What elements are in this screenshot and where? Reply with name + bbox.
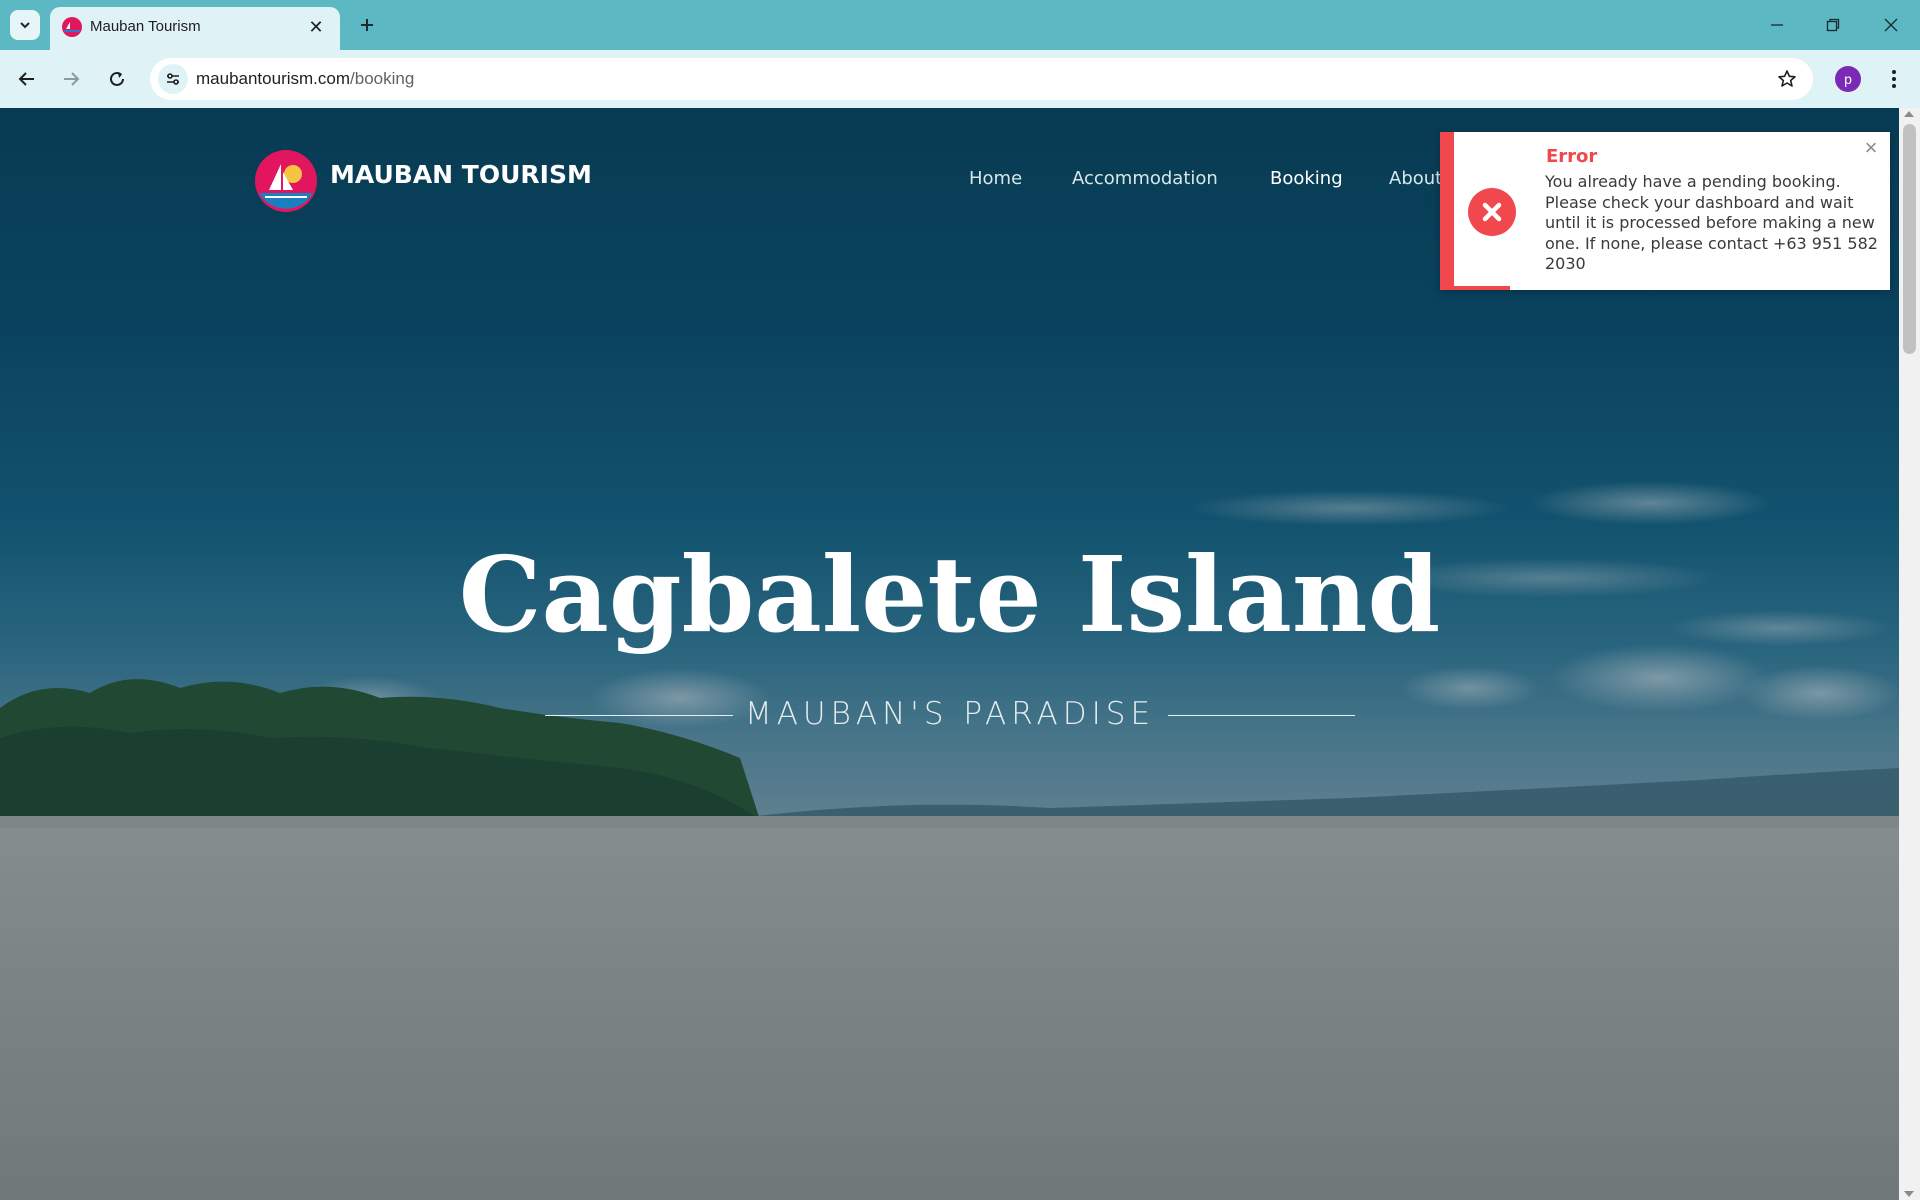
tune-icon	[167, 73, 179, 85]
nav-link-home[interactable]: Home	[969, 168, 1022, 189]
toast-message: You already have a pending booking. Plea…	[1545, 172, 1878, 273]
tagline-divider-right	[1168, 715, 1355, 716]
page-scrollbar[interactable]	[1899, 108, 1920, 1200]
hero-title: Cagbalete Island	[458, 533, 1441, 656]
toast-title: Error	[1546, 146, 1598, 167]
tab-close-icon[interactable]: ✕	[304, 15, 328, 39]
error-circle-icon	[1468, 188, 1516, 236]
scroll-up-arrow-icon[interactable]	[1904, 111, 1914, 117]
toast-close-icon[interactable]: ×	[1860, 137, 1882, 160]
scroll-down-arrow-icon[interactable]	[1904, 1191, 1914, 1197]
profile-avatar[interactable]: p	[1835, 66, 1861, 92]
new-tab-button[interactable]	[352, 10, 382, 40]
forward-arrow-icon	[64, 72, 80, 86]
bookmark-star-icon[interactable]	[1775, 67, 1799, 91]
error-toast: Error You already have a pending booking…	[1440, 132, 1890, 290]
page-viewport: MAUBAN TOURISM Home Accommodation Bookin…	[0, 108, 1920, 1200]
url-text: maubantourism.com/booking	[196, 69, 414, 89]
forward-button[interactable]	[52, 60, 90, 98]
mauban-logo-icon[interactable]	[255, 150, 317, 212]
nav-link-booking[interactable]: Booking	[1270, 168, 1343, 189]
address-bar[interactable]: maubantourism.com/booking	[150, 58, 1813, 100]
chevron-down-icon	[20, 22, 30, 29]
toast-timer-bar	[1454, 286, 1510, 290]
site-brand[interactable]: MAUBAN TOURISM	[330, 160, 592, 189]
site-info-button[interactable]	[158, 64, 188, 94]
url-domain: maubantourism.com	[196, 69, 351, 88]
browser-menu-button[interactable]	[1879, 64, 1909, 94]
more-vertical-icon	[1892, 70, 1896, 88]
hero-section: MAUBAN TOURISM Home Accommodation Bookin…	[0, 108, 1899, 1200]
plus-icon	[361, 19, 373, 31]
restore-button[interactable]	[1816, 8, 1850, 42]
url-path: /booking	[350, 69, 415, 88]
mauban-logo-icon	[62, 17, 82, 37]
minimize-button[interactable]	[1760, 8, 1794, 42]
reload-button[interactable]	[98, 60, 136, 98]
nav-link-accommodation[interactable]: Accommodation	[1072, 168, 1218, 189]
tab-search-button[interactable]	[10, 10, 40, 40]
browser-titlebar: Mauban Tourism ✕	[0, 0, 1920, 50]
back-button[interactable]	[8, 60, 46, 98]
minimize-icon	[1771, 24, 1783, 26]
close-icon	[1884, 18, 1898, 32]
back-arrow-icon	[18, 72, 34, 86]
browser-toolbar: maubantourism.com/booking p	[0, 50, 1920, 108]
reload-icon	[110, 71, 124, 86]
nav-link-about[interactable]: About	[1389, 168, 1442, 189]
restore-icon	[1826, 18, 1840, 32]
scrollbar-thumb[interactable]	[1903, 124, 1916, 354]
hero-tagline: MAUBAN'S PARADISE	[744, 696, 1156, 732]
browser-tab[interactable]: Mauban Tourism ✕	[50, 7, 340, 50]
close-window-button[interactable]	[1874, 8, 1908, 42]
hero-tagline-group: MAUBAN'S PARADISE	[545, 696, 1355, 736]
tab-title: Mauban Tourism	[90, 18, 201, 35]
